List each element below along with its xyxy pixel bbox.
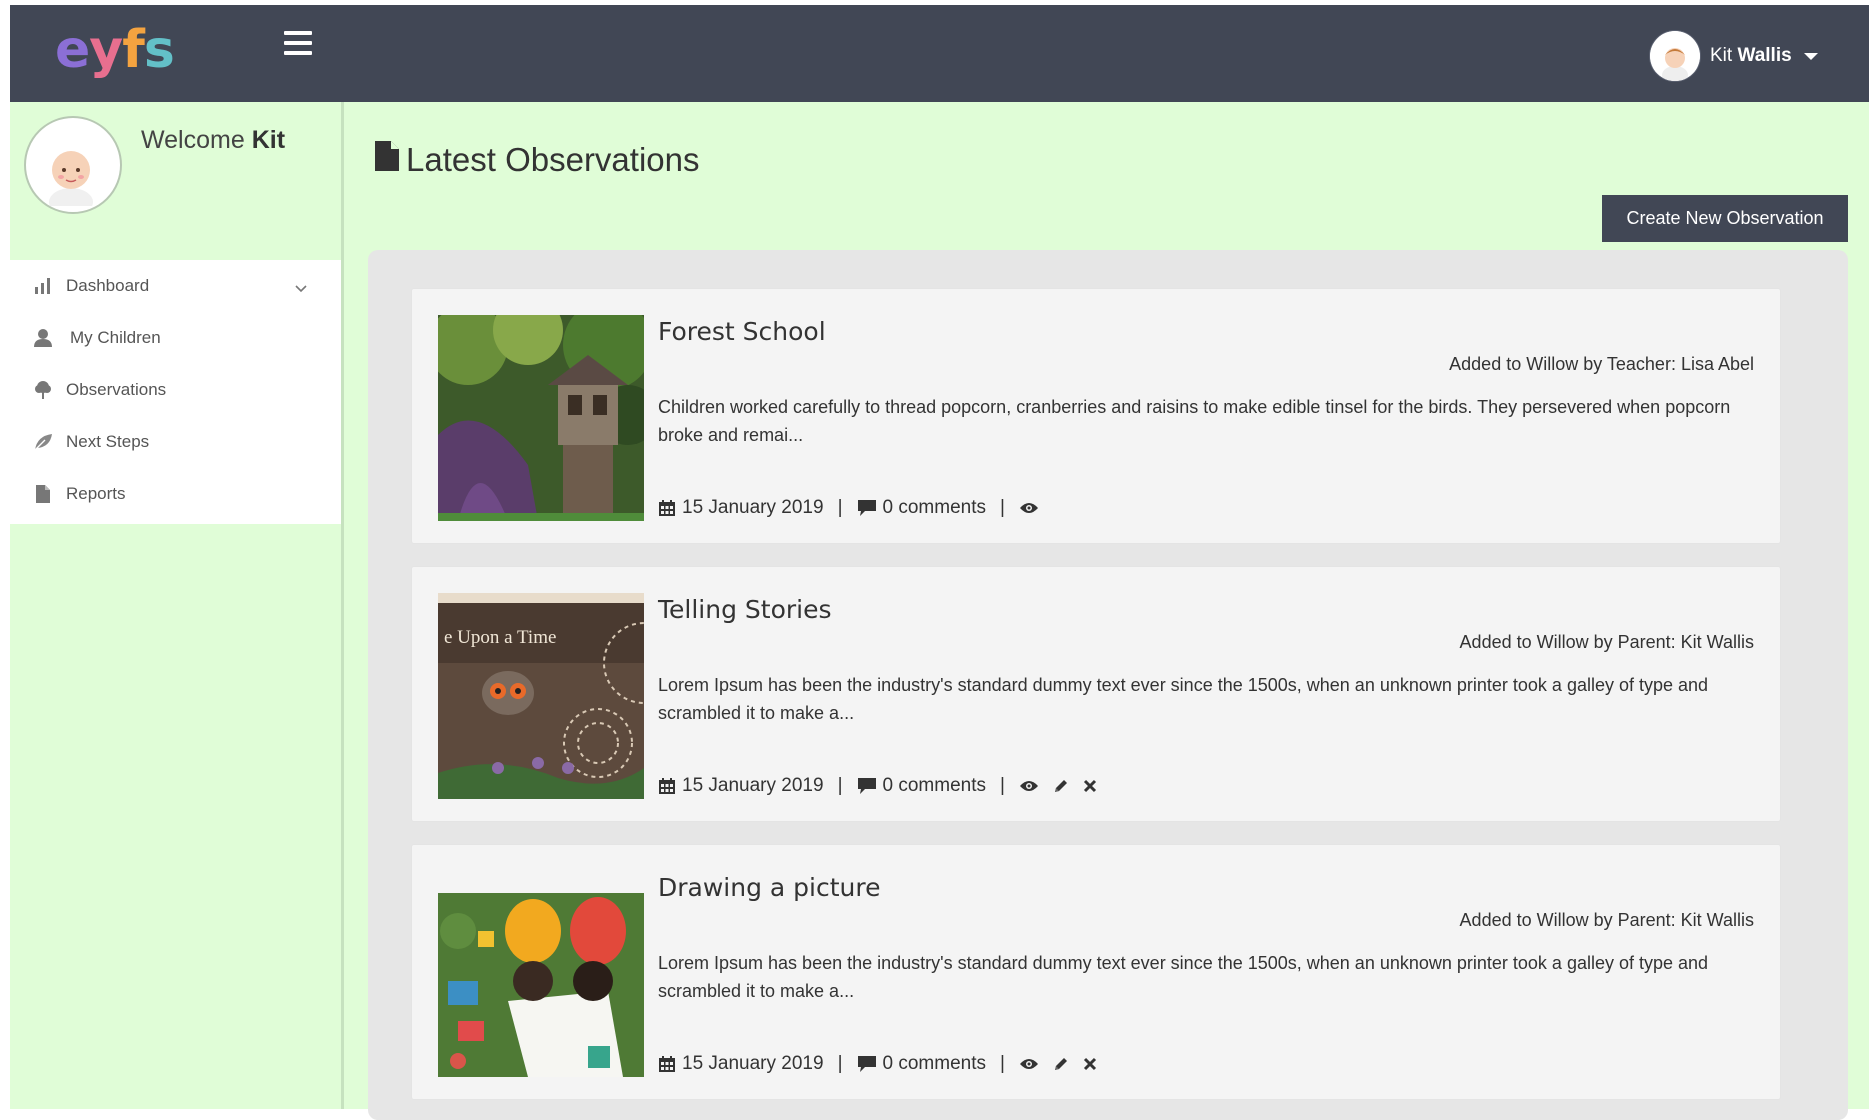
- delete-icon[interactable]: [1083, 779, 1097, 793]
- document-icon: [374, 140, 400, 180]
- observation-comments[interactable]: 0 comments: [883, 1053, 986, 1075]
- calendar-icon: [658, 499, 676, 517]
- observation-date: 15 January 2019: [682, 775, 824, 796]
- observation-description: Lorem Ipsum has been the industry's stan…: [658, 675, 1709, 723]
- hamburger-menu-icon[interactable]: [284, 31, 312, 55]
- observation-title[interactable]: Forest School: [658, 317, 826, 346]
- observation-meta: 15 January 2019 | 0 comments |: [658, 775, 1111, 797]
- sidebar-item-label: Reports: [66, 484, 126, 503]
- chevron-down-icon: [295, 278, 307, 298]
- sidebar-item-reports[interactable]: Reports: [10, 468, 341, 520]
- separator: |: [999, 775, 1005, 796]
- observation-comments[interactable]: 0 comments: [883, 497, 986, 519]
- sidebar-item-dashboard[interactable]: Dashboard: [10, 260, 341, 312]
- logo-letter: s: [143, 20, 175, 80]
- leaf-icon: [32, 431, 54, 453]
- logo-letter: f: [122, 20, 145, 80]
- sidebar-item-label: Observations: [66, 380, 167, 399]
- top-navbar: eyfs Kit Wallis: [10, 5, 1869, 102]
- user-name: Kit Wallis: [1710, 45, 1792, 66]
- observation-date: 15 January 2019: [682, 1053, 824, 1074]
- profile-avatar: [24, 116, 122, 214]
- observation-thumbnail[interactable]: e Upon a Time: [438, 593, 644, 799]
- observation-meta: 15 January 2019 | 0 comments |: [658, 497, 1053, 519]
- observation-title[interactable]: Telling Stories: [658, 595, 832, 624]
- file-icon: [32, 483, 54, 505]
- create-new-observation-button[interactable]: Create New Observation: [1602, 195, 1848, 242]
- observation-thumbnail[interactable]: [438, 315, 644, 521]
- pencil-icon[interactable]: [1053, 778, 1069, 794]
- eye-icon[interactable]: [1019, 1057, 1039, 1071]
- observation-description: Lorem Ipsum has been the industry's stan…: [658, 953, 1709, 1001]
- profile-section: Welcome Kit: [10, 102, 341, 260]
- observation-comments[interactable]: 0 comments: [883, 775, 986, 797]
- bar-chart-icon: [32, 275, 54, 297]
- comment-icon: [857, 1055, 877, 1073]
- observations-panel: Forest School Added to Willow by Teacher…: [368, 250, 1848, 1120]
- observation-card[interactable]: Drawing a picture Added to Willow by Par…: [411, 844, 1781, 1100]
- observation-card[interactable]: Forest School Added to Willow by Teacher…: [411, 288, 1781, 544]
- observation-date: 15 January 2019: [682, 497, 824, 518]
- main-content: Latest Observations Create New Observati…: [344, 102, 1869, 1120]
- observation-author: Added to Willow by Parent: Kit Wallis: [1459, 632, 1754, 652]
- eye-icon[interactable]: [1019, 779, 1039, 793]
- observation-meta: 15 January 2019 | 0 comments |: [658, 1053, 1111, 1075]
- page-title-text: Latest Observations: [406, 141, 700, 178]
- user-avatar: [1650, 31, 1700, 81]
- caret-down-icon: [1803, 52, 1818, 60]
- separator: |: [999, 497, 1005, 518]
- tree-icon: [32, 379, 54, 401]
- observation-author: Added to Willow by Teacher: Lisa Abel: [1449, 354, 1754, 374]
- welcome-text: Welcome Kit: [141, 126, 286, 154]
- sidebar-item-my-children[interactable]: My Children: [10, 312, 341, 364]
- separator: |: [999, 1053, 1005, 1074]
- sidebar-item-observations[interactable]: Observations: [10, 364, 341, 416]
- thumbnail-caption: e Upon a Time: [444, 627, 557, 648]
- sidebar-item-label: Dashboard: [66, 276, 150, 295]
- logo-letter: y: [89, 20, 123, 80]
- observation-card[interactable]: e Upon a Time Telling Stories Added to W…: [411, 566, 1781, 822]
- user-menu-dropdown[interactable]: Kit Wallis: [1650, 29, 1818, 83]
- sidebar-item-label: Next Steps: [66, 432, 150, 451]
- separator: |: [837, 1053, 843, 1074]
- page-title: Latest Observations: [374, 140, 700, 180]
- separator: |: [837, 497, 843, 518]
- observation-author: Added to Willow by Parent: Kit Wallis: [1459, 910, 1754, 930]
- delete-icon[interactable]: [1083, 1057, 1097, 1071]
- sidebar-item-label: My Children: [70, 328, 161, 347]
- comment-icon: [857, 499, 877, 517]
- observation-description: Children worked carefully to thread popc…: [658, 397, 1731, 445]
- comment-icon: [857, 777, 877, 795]
- sidebar-menu: Dashboard My Children Observations Next …: [10, 260, 341, 524]
- logo-letter: e: [55, 20, 90, 80]
- separator: |: [837, 775, 843, 796]
- observation-title[interactable]: Drawing a picture: [658, 873, 881, 902]
- eyfs-logo[interactable]: eyfs: [55, 15, 175, 85]
- user-icon: [32, 327, 54, 349]
- sidebar-item-next-steps[interactable]: Next Steps: [10, 416, 341, 468]
- pencil-icon[interactable]: [1053, 1056, 1069, 1072]
- eye-icon[interactable]: [1019, 501, 1039, 515]
- calendar-icon: [658, 1055, 676, 1073]
- sidebar: Welcome Kit Dashboard My Children Observ…: [10, 102, 344, 1109]
- calendar-icon: [658, 777, 676, 795]
- observation-thumbnail[interactable]: [438, 871, 644, 1077]
